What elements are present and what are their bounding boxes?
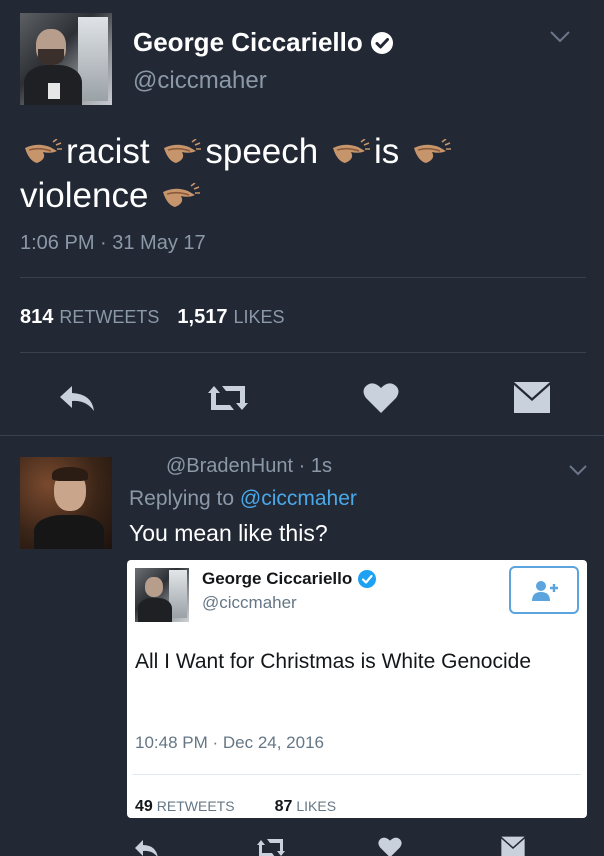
tweet-text: racist speech is violence bbox=[20, 130, 580, 218]
avatar-face bbox=[145, 577, 163, 597]
reply-icon[interactable] bbox=[133, 838, 159, 856]
divider bbox=[20, 277, 586, 278]
direct-message-icon[interactable] bbox=[500, 836, 526, 856]
likes-count: 1,517 bbox=[177, 306, 228, 328]
tweet-word-is: is bbox=[373, 132, 400, 171]
heart-icon[interactable] bbox=[378, 836, 402, 856]
author-name-text[interactable]: George Ciccariello bbox=[133, 27, 363, 58]
clapping-hands-emoji bbox=[25, 139, 62, 163]
chevron-down-icon[interactable] bbox=[549, 30, 571, 44]
avatar-cup bbox=[48, 83, 60, 99]
clapping-hands-emoji bbox=[164, 139, 202, 163]
clapping-hands-emoji bbox=[413, 139, 451, 163]
author-handle[interactable]: @ciccmaher bbox=[133, 67, 267, 95]
avatar-background bbox=[78, 17, 108, 101]
retweet-icon[interactable] bbox=[204, 384, 252, 412]
card-author-handle: @ciccmaher bbox=[202, 593, 297, 612]
card-stats: 49 RETWEETS 87 LIKES bbox=[135, 798, 336, 816]
clapping-hands-emoji bbox=[332, 139, 370, 163]
avatar-beard bbox=[38, 49, 64, 65]
follow-icon bbox=[532, 581, 558, 601]
verified-badge-icon bbox=[370, 31, 393, 54]
card-author-name: George Ciccariello bbox=[202, 569, 377, 589]
tweet-word-speech: speech bbox=[205, 132, 319, 171]
avatar-hair bbox=[52, 467, 88, 481]
clapping-hands-emoji bbox=[163, 183, 201, 207]
retweets-count: 814 bbox=[20, 306, 54, 328]
tweet-word-racist: racist bbox=[66, 132, 150, 171]
card-author-name-text: George Ciccariello bbox=[202, 569, 353, 588]
card-divider bbox=[133, 774, 581, 775]
thread-divider bbox=[0, 435, 604, 436]
reply-text: You mean like this? bbox=[129, 520, 328, 546]
embedded-tweet-screenshot[interactable]: George Ciccariello @ciccmaher All I Want… bbox=[127, 560, 587, 818]
tweet-stats: 814 RETWEETS 1,517 LIKES bbox=[20, 306, 284, 329]
retweets-stat[interactable]: 814 RETWEETS bbox=[20, 306, 159, 329]
follow-button bbox=[509, 566, 579, 614]
avatar-george[interactable] bbox=[20, 13, 112, 105]
replying-handle-link[interactable]: @ciccmaher bbox=[240, 487, 357, 510]
reply-handle[interactable]: @BradenHunt · 1s bbox=[166, 455, 332, 478]
tweet-timestamp[interactable]: 1:06 PM · 31 May 17 bbox=[20, 232, 206, 255]
avatar-braden[interactable] bbox=[20, 457, 112, 549]
avatar-shirt bbox=[34, 515, 104, 549]
replying-to: Replying to @ciccmaher bbox=[129, 487, 357, 511]
retweet-icon[interactable] bbox=[254, 838, 288, 856]
avatar-body bbox=[138, 598, 172, 622]
divider bbox=[20, 352, 586, 353]
chevron-down-icon[interactable] bbox=[568, 464, 588, 477]
reply-actions bbox=[0, 830, 604, 856]
likes-label: LIKES bbox=[233, 307, 285, 327]
card-retweets-label: RETWEETS bbox=[156, 798, 235, 814]
tweet-actions bbox=[0, 370, 604, 426]
card-avatar bbox=[135, 568, 189, 622]
card-likes-stat: 87 LIKES bbox=[275, 798, 337, 816]
tweet-word-violence: violence bbox=[20, 176, 149, 215]
author-name[interactable]: George Ciccariello bbox=[133, 27, 393, 58]
card-likes-label: LIKES bbox=[296, 798, 337, 814]
card-likes-count: 87 bbox=[274, 798, 293, 815]
reply-icon[interactable] bbox=[58, 384, 96, 412]
heart-icon[interactable] bbox=[363, 381, 399, 414]
retweets-label: RETWEETS bbox=[59, 307, 160, 327]
card-tweet-text: All I Want for Christmas is White Genoci… bbox=[135, 650, 532, 673]
card-retweets-stat: 49 RETWEETS bbox=[135, 798, 235, 816]
replying-prefix: Replying to bbox=[129, 487, 235, 510]
card-retweets-count: 49 bbox=[135, 798, 153, 815]
direct-message-icon[interactable] bbox=[513, 381, 551, 415]
card-timestamp: 10:48 PM · Dec 24, 2016 bbox=[135, 733, 325, 752]
verified-badge-icon bbox=[358, 570, 377, 588]
likes-stat[interactable]: 1,517 LIKES bbox=[177, 306, 284, 329]
